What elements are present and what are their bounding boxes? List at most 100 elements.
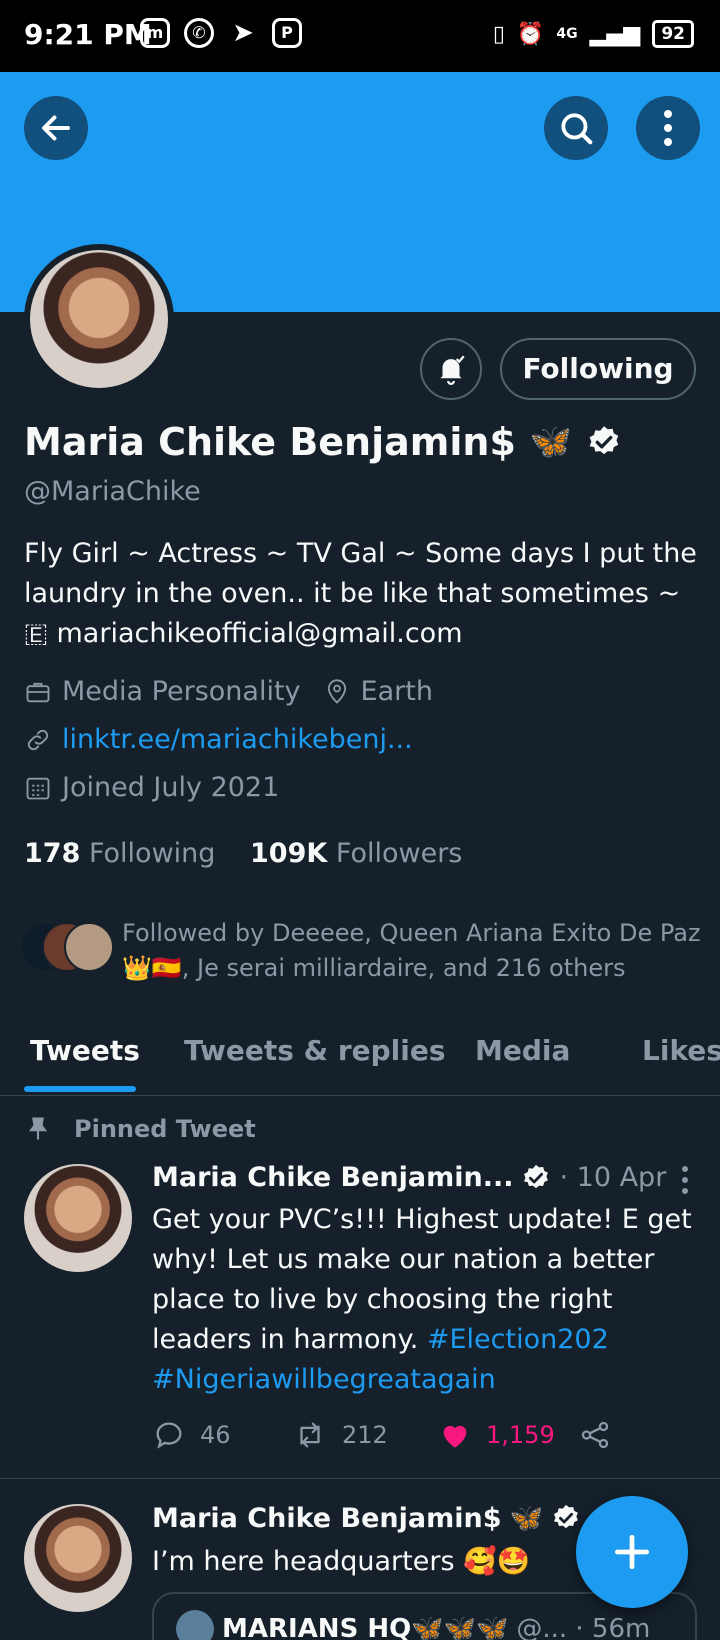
butterfly-emoji: 🦋: [509, 1503, 544, 1534]
tweet-timestamp: · 10 Apr: [559, 1162, 667, 1193]
profile-avatar[interactable]: [24, 244, 174, 394]
bio-line: Fly Girl ~ Actress ~ TV Gal ~ Some days …: [24, 538, 697, 569]
share-icon: [581, 1421, 609, 1449]
followed-by-text[interactable]: Followed by Deeeee, Queen Ariana Exito D…: [122, 916, 712, 986]
tweet-more-icon[interactable]: [682, 1166, 688, 1194]
profile-name-row: Maria Chike Benjamin$ 🦋: [24, 420, 622, 464]
search-button[interactable]: [544, 96, 608, 160]
more-vertical-icon: [664, 110, 672, 146]
tweet-actions: 46 212 1,159: [152, 1418, 622, 1458]
vibrate-icon: ▯: [492, 21, 505, 47]
tab-likes[interactable]: Likes: [642, 1034, 720, 1067]
briefcase-icon: [26, 682, 50, 702]
pinned-label-text: Pinned Tweet: [74, 1115, 256, 1143]
verified-badge-icon[interactable]: [586, 424, 622, 460]
signal-icon: ▂▄▆: [589, 21, 641, 47]
tweet-author-name[interactable]: Maria Chike Benjamin...: [152, 1162, 513, 1193]
status-bar: 9:21 PM m ✆ ➤ P ▯ ⏰ 4G ▂▄▆ 92: [0, 0, 720, 72]
network-type: 4G: [556, 26, 578, 42]
avatar-image: [30, 250, 168, 388]
profile-link-row: linktr.ee/mariachikebenj...: [24, 724, 413, 755]
tweet-text: Get your PVC’s!!! Highest update! E get …: [152, 1200, 702, 1400]
tweet-text-fragment: leaders in harmony.: [152, 1324, 427, 1355]
system-status-icons: ▯ ⏰ 4G ▂▄▆ 92: [493, 20, 694, 48]
search-icon: [561, 113, 593, 145]
tweet-text-line: place to live by choosing the right: [152, 1284, 613, 1315]
tweet-header: Maria Chike Benjamin$ 🦋 · ...: [152, 1502, 632, 1535]
reply-icon: [156, 1422, 182, 1449]
notifications-bell-button[interactable]: [420, 338, 482, 400]
tweet-divider: [0, 1478, 720, 1479]
profile-joined-row: Joined July 2021: [24, 772, 279, 803]
alarm-icon: ⏰: [516, 21, 545, 47]
verified-badge-icon: [524, 1164, 549, 1188]
telegram-icon: ➤: [232, 18, 254, 48]
app-icon: P: [272, 18, 302, 48]
profile-meta-row: Media Personality Earth: [24, 676, 433, 707]
following-count: 178: [24, 838, 81, 869]
share-button[interactable]: [578, 1418, 612, 1452]
profile-joined: Joined July 2021: [62, 772, 280, 803]
verified-badge-icon: [554, 1504, 578, 1529]
pin-icon: [28, 1117, 48, 1140]
back-button[interactable]: [24, 96, 88, 160]
profile-bio: Fly Girl ~ Actress ~ TV Gal ~ Some days …: [24, 534, 704, 654]
tweet-header: Maria Chike Benjamin... · 10 Apr: [152, 1162, 666, 1193]
bio-email: mariachikeofficial@gmail.com: [56, 618, 463, 649]
arrow-left-icon: [42, 115, 70, 141]
followed-by-line: 👑🇪🇸, Je serai milliardaire, and 216 othe…: [122, 954, 626, 982]
bio-line: 🇪 mariachikeofficial@gmail.com: [24, 614, 704, 654]
profile-handle: @MariaChike: [24, 476, 201, 507]
status-time: 9:21 PM: [24, 18, 152, 51]
profile-link[interactable]: linktr.ee/mariachikebenj...: [62, 724, 413, 755]
mutual-avatar: [64, 922, 114, 972]
bio-line: laundry in the oven.. it be like that so…: [24, 578, 681, 609]
tweet-author-name[interactable]: Maria Chike Benjamin$: [152, 1503, 502, 1534]
reply-count: 46: [200, 1421, 231, 1449]
quoted-author-name: MARIANS HQ🦋🦋🦋: [222, 1614, 509, 1640]
app-notification-icon: m: [140, 18, 170, 48]
following-button[interactable]: Following: [500, 338, 696, 400]
profile-name: Maria Chike Benjamin$: [24, 420, 516, 464]
location-pin-icon: [327, 678, 346, 704]
pinned-tweet-label: Pinned Tweet: [24, 1114, 256, 1144]
tab-tweets-replies[interactable]: Tweets & replies: [184, 1034, 446, 1067]
butterfly-emoji: 🦋: [529, 422, 573, 462]
retweet-button[interactable]: 212: [292, 1418, 388, 1452]
tweet-author-avatar[interactable]: [24, 1164, 132, 1272]
notification-icons: m ✆ ➤ P: [140, 18, 302, 48]
following-label: Following: [88, 838, 216, 869]
profile-location: Earth: [360, 676, 433, 707]
followers-label: Followers: [335, 838, 463, 869]
retweet-icon: [300, 1422, 320, 1448]
tweet-author-avatar[interactable]: [24, 1504, 132, 1612]
hashtag-link[interactable]: #Nigeriawillbegreatagain: [152, 1364, 496, 1395]
link-icon: [27, 729, 49, 750]
heart-filled-icon: [443, 1425, 467, 1448]
more-options-button[interactable]: [636, 96, 700, 160]
calendar-icon: [26, 777, 50, 799]
like-button[interactable]: 1,159: [438, 1418, 555, 1452]
tweet-text-line: leaders in harmony. #Election202: [152, 1320, 702, 1360]
active-tab-indicator: [24, 1086, 136, 1092]
reply-button[interactable]: 46: [152, 1418, 231, 1452]
hashtag-link[interactable]: #Election202: [427, 1324, 609, 1355]
followers-count: 109K: [250, 838, 328, 869]
bell-check-icon: [440, 355, 465, 385]
followed-by-line: Followed by Deeeee, Queen Ariana Exito D…: [122, 919, 701, 947]
tweet-text-line: Get your PVC’s!!! Highest update! E get: [152, 1204, 692, 1235]
tab-media[interactable]: Media: [475, 1034, 570, 1067]
battery-indicator: 92: [652, 20, 694, 48]
quoted-tweet-meta: @... · 56m: [516, 1614, 651, 1640]
following-count-link[interactable]: 178 Following: [24, 838, 215, 869]
compose-tweet-button[interactable]: [576, 1496, 688, 1608]
tab-tweets[interactable]: Tweets: [30, 1034, 140, 1067]
tweet-text-line: why! Let us make our nation a better: [152, 1244, 655, 1275]
e-emoji: 🇪: [24, 618, 48, 649]
plus-icon: [614, 1534, 650, 1570]
quoted-author-avatar: [176, 1610, 214, 1640]
quoted-tweet-header: MARIANS HQ🦋🦋🦋 @... · 56m: [176, 1610, 650, 1640]
mutual-follower-avatars[interactable]: [20, 922, 116, 972]
retweet-count: 212: [342, 1421, 388, 1449]
followers-count-link[interactable]: 109K Followers: [250, 838, 462, 869]
